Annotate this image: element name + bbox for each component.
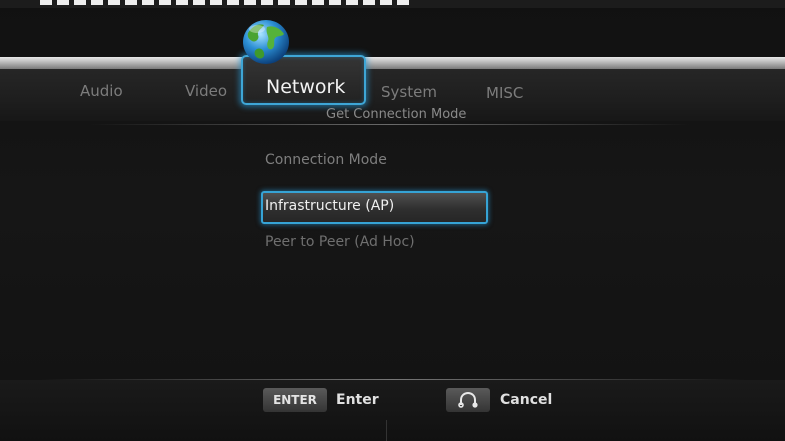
footer-separator xyxy=(386,420,387,441)
enter-label: Enter xyxy=(336,392,379,408)
tab-misc[interactable]: MISC xyxy=(486,84,523,102)
globe-icon xyxy=(243,20,289,64)
return-icon xyxy=(458,391,478,408)
option-peer-to-peer[interactable]: Peer to Peer (Ad Hoc) xyxy=(265,234,415,250)
title-divider xyxy=(90,124,690,125)
enter-key-badge[interactable]: ENTER xyxy=(263,388,327,412)
page-title: Get Connection Mode xyxy=(326,107,467,122)
menu-bar-highlight xyxy=(0,57,785,69)
top-band xyxy=(0,0,785,8)
cancel-button[interactable] xyxy=(446,388,490,412)
settings-screen: Audio Video Network System MISC Get Conn… xyxy=(0,0,785,441)
top-indicator xyxy=(40,0,409,6)
cancel-label: Cancel xyxy=(500,392,553,408)
field-label: Connection Mode xyxy=(265,152,387,168)
tab-system[interactable]: System xyxy=(381,83,437,101)
tab-video[interactable]: Video xyxy=(185,82,227,100)
tab-network-label: Network xyxy=(266,76,346,98)
option-infrastructure[interactable]: Infrastructure (AP) xyxy=(265,198,394,214)
tab-audio[interactable]: Audio xyxy=(80,82,123,100)
footer xyxy=(0,380,785,441)
